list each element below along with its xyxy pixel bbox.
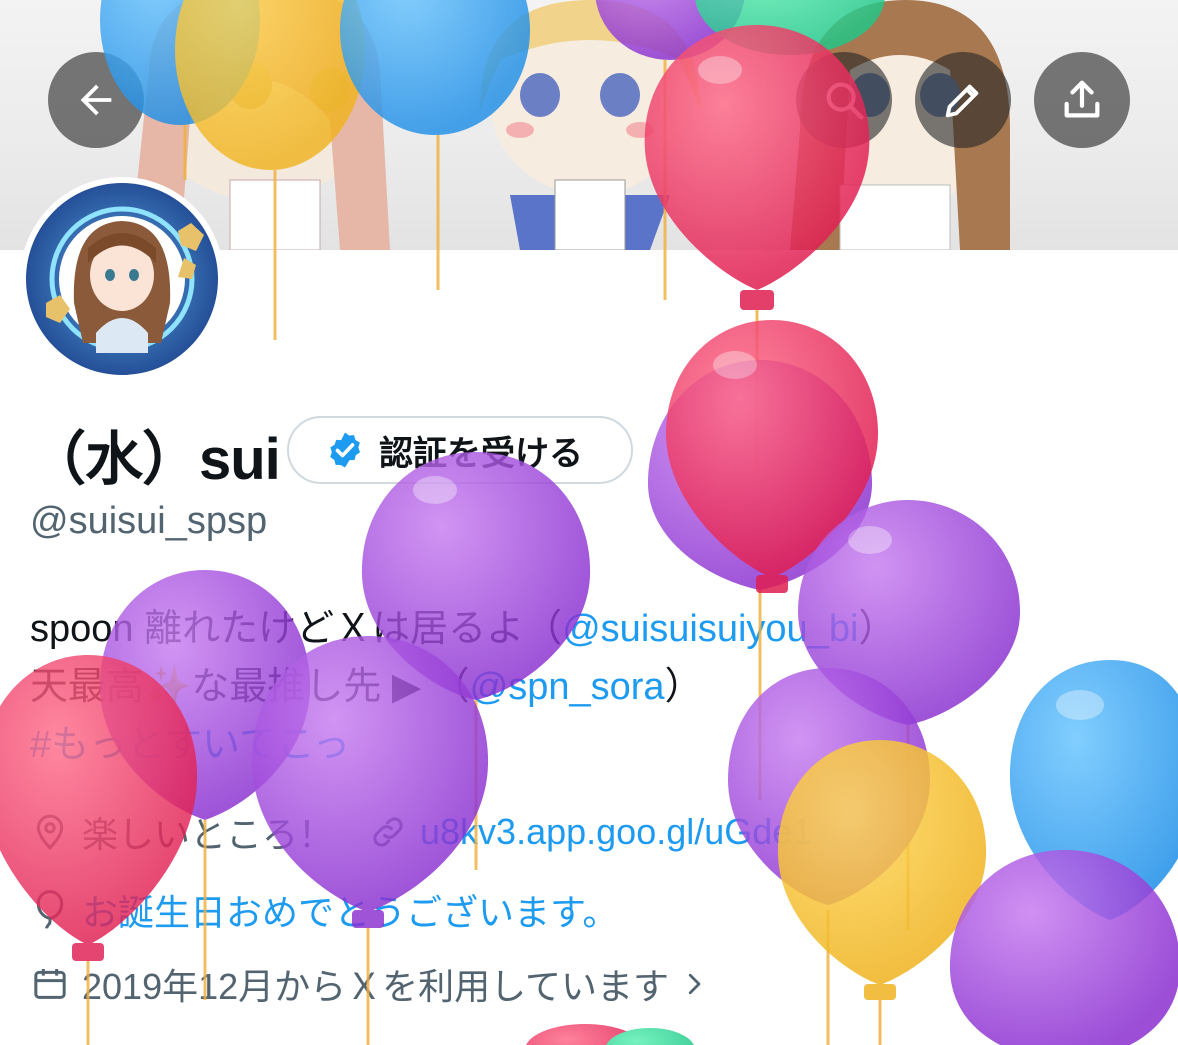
balloon: [526, 1024, 694, 1045]
joined-row[interactable]: 2019年12月からＸを利用しています: [30, 958, 709, 1010]
bio-text: spoon 離れたけどＸは居るよ（: [30, 608, 563, 650]
back-button[interactable]: [48, 52, 144, 148]
bio-text: ）: [664, 666, 703, 708]
location-pin-icon: [36, 814, 64, 850]
share-icon: [1064, 80, 1100, 118]
balloon: [777, 740, 987, 1045]
location-text: 楽しいところ！: [82, 814, 335, 855]
chevron-right-icon: [688, 973, 701, 995]
birthday-text[interactable]: お誕生日おめでとうございます。: [82, 884, 618, 936]
profile-avatar[interactable]: [20, 177, 224, 381]
mention-link[interactable]: @suisuisuiyou_bi: [562, 608, 858, 650]
website-link[interactable]: u8kv3.app.goo.gl/uGde1: [420, 811, 812, 853]
balloon: [1009, 660, 1178, 920]
profile-bio: spoon 離れたけどＸは居るよ（@suisuisuiyou_bi） 天最高✨な…: [30, 600, 896, 774]
search-button[interactable]: [796, 52, 892, 148]
bio-line-2: 天最高✨な最推し先 ▶︎ （@spn_sora）: [30, 658, 896, 716]
bio-text: 天最高✨な最推し先 ▶︎ （: [30, 666, 470, 708]
display-name: （水）sui: [28, 427, 281, 492]
get-verified-button[interactable]: 認証を受ける: [287, 416, 633, 484]
share-button[interactable]: [1034, 52, 1130, 148]
bio-text: ）: [858, 608, 897, 650]
arrow-left-icon: [80, 84, 112, 116]
username-handle: @suisui_spsp: [30, 500, 268, 542]
balloon: [665, 320, 879, 593]
hashtag-link[interactable]: #もっとすいてこっ: [30, 724, 350, 766]
birthday-row: お誕生日おめでとうございます。: [30, 884, 618, 936]
balloon-icon: [36, 890, 64, 929]
avatar-image: [26, 183, 218, 375]
edit-button[interactable]: [915, 52, 1011, 148]
get-verified-label: 認証を受ける: [379, 434, 583, 473]
bio-line-3: #もっとすいてこっ: [30, 716, 896, 774]
pencil-icon: [945, 84, 979, 118]
calendar-icon: [34, 969, 66, 999]
search-icon: [826, 82, 864, 120]
joined-text: 2019年12月からＸを利用しています: [82, 966, 670, 1007]
balloon: [949, 850, 1178, 1045]
location-and-website-row: 楽しいところ！ u8kv3.app.goo.gl/uGde1: [30, 806, 812, 858]
mention-link[interactable]: @spn_sora: [470, 666, 665, 708]
verified-badge-icon: [330, 432, 360, 468]
link-icon: [373, 817, 403, 847]
bio-line-1: spoon 離れたけどＸは居るよ（@suisuisuiyou_bi）: [30, 600, 896, 658]
